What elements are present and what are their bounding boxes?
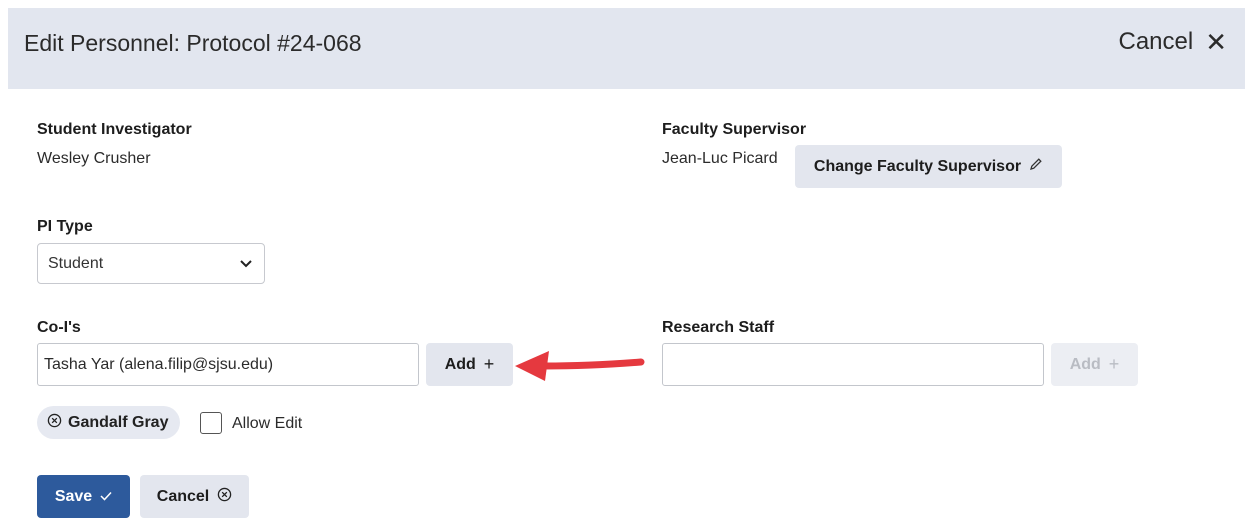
cancel-label: Cancel [156,487,210,505]
save-label: Save [54,487,93,505]
pencil-icon [1029,157,1043,176]
close-icon[interactable]: ✕ [1205,29,1227,55]
student-investigator-name: Wesley Crusher [37,150,151,167]
faculty-supervisor-label: Faculty Supervisor [662,121,807,138]
header-cancel-button[interactable]: Cancel ✕ [1118,28,1227,56]
chevron-down-icon [240,255,252,273]
research-staff-label: Research Staff [662,319,775,336]
change-faculty-supervisor-label: Change Faculty Supervisor [813,157,1022,175]
student-investigator-label: Student Investigator [37,121,192,138]
save-button[interactable]: Save [37,475,130,518]
circle-x-icon[interactable] [47,413,62,433]
allow-edit-checkbox[interactable] [200,412,222,434]
check-icon [100,488,112,506]
pi-type-select[interactable]: Student [37,243,265,284]
faculty-supervisor-name: Jean-Luc Picard [662,150,778,167]
coi-chip-name: Gandalf Gray [68,413,169,431]
coi-input[interactable] [37,343,419,386]
pi-type-label: PI Type [37,218,93,235]
research-staff-input[interactable] [662,343,1044,386]
annotation-arrow [515,351,645,381]
coi-add-label: Add [444,355,476,373]
header-cancel-label: Cancel [1118,28,1194,55]
plus-icon: + [483,354,495,374]
plus-icon: + [1108,354,1120,374]
research-staff-add-label: Add [1069,355,1101,373]
change-faculty-supervisor-button[interactable]: Change Faculty Supervisor [795,145,1062,188]
research-staff-add-button[interactable]: Add + [1051,343,1138,386]
coi-add-button[interactable]: Add + [426,343,513,386]
coi-label: Co-I's [37,319,81,336]
modal-header: Edit Personnel: Protocol #24-068 Cancel … [8,8,1245,89]
cancel-button[interactable]: Cancel [140,475,249,518]
allow-edit-label: Allow Edit [232,415,303,432]
pi-type-selected: Student [48,254,104,272]
page-title: Edit Personnel: Protocol #24-068 [24,30,362,56]
circle-x-icon [217,487,232,507]
coi-chip: Gandalf Gray [37,406,181,439]
